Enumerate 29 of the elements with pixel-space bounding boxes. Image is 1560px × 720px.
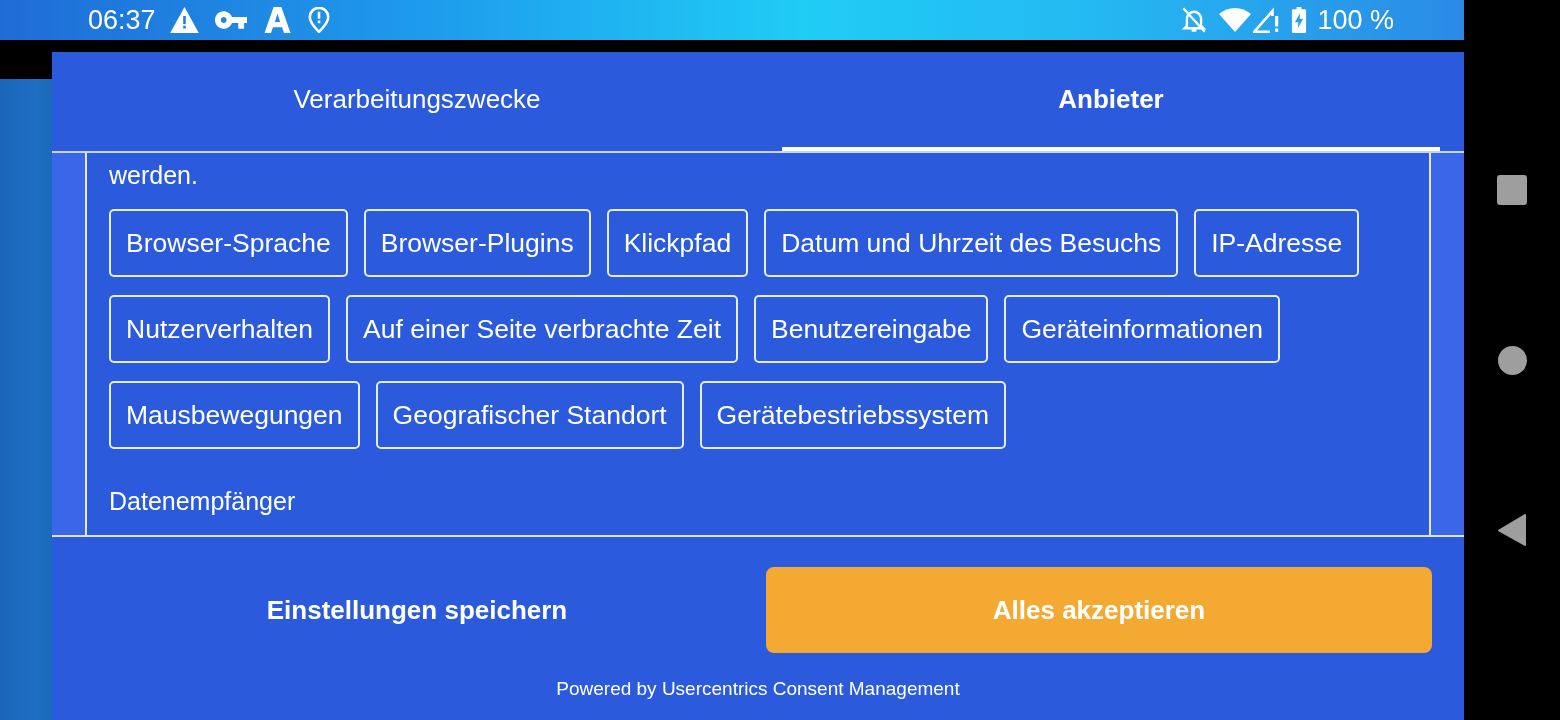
signal-alert-icon <box>1253 7 1280 33</box>
warning-icon <box>169 7 199 33</box>
data-category-tag: Browser-Sprache <box>109 209 348 277</box>
data-category-tag: Geografischer Standort <box>375 381 684 449</box>
data-category-tag: Nutzerverhalten <box>109 295 331 363</box>
description-text: werden. <box>109 160 199 191</box>
battery-percentage: 100 % <box>1317 4 1394 36</box>
app-logo-icon <box>262 7 292 33</box>
data-category-tag: Mausbewegungen <box>109 381 360 449</box>
save-settings-button[interactable]: Einstellungen speichern <box>84 567 750 653</box>
data-category-tag: IP-Adresse <box>1194 209 1360 277</box>
battery-charging-icon <box>1291 7 1308 33</box>
tab[interactable]: Verarbeitungszwecke <box>52 52 782 151</box>
status-time: 06:37 <box>88 4 156 36</box>
home-icon[interactable] <box>1497 346 1527 375</box>
powered-by-text: Powered by Usercentrics Consent Management <box>556 678 960 700</box>
wifi-icon <box>1219 7 1252 33</box>
data-category-tag: Benutzereingabe <box>754 295 989 363</box>
data-category-tag: Browser-Plugins <box>363 209 591 277</box>
location-alert-icon <box>307 7 330 33</box>
data-category-tag: Datum und Uhrzeit des Besuchs <box>764 209 1179 277</box>
bell-off-icon <box>1181 7 1208 33</box>
data-category-tag: Geräteinformationen <box>1004 295 1280 363</box>
back-icon[interactable] <box>1498 514 1526 546</box>
data-category-tag: Gerätebestriebssystem <box>699 381 1007 449</box>
data-category-tag: Klickpfad <box>606 209 749 277</box>
data-category-tag: Auf einer Seite verbrachte Zeit <box>346 295 738 363</box>
section-heading: Datenempfänger <box>109 487 296 516</box>
key-icon <box>214 11 247 29</box>
